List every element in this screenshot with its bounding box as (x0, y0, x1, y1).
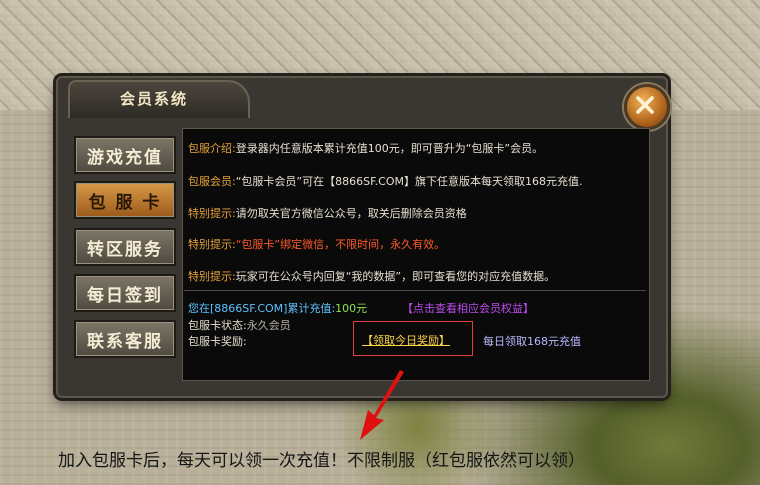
recharge-line: 您在[8866SF.COM]累计充值:100元 (188, 300, 367, 316)
tip1-text: 请勿取关官方微信公众号，取关后删除会员资格 (235, 207, 467, 220)
card-status-value: 永久会员 (246, 319, 291, 332)
sidebar-item-contact-support[interactable]: 联系客服 (74, 320, 176, 358)
reward-label: 包服卡奖励: (188, 335, 247, 348)
intro-line: 包服介绍:登录器内任意版本累计充值100元，即可晋升为“包服卡”会员。 (188, 140, 543, 156)
intro-text: 登录器内任意版本累计充值100元，即可晋升为“包服卡”会员。 (235, 142, 544, 155)
tip3-text: 玩家可在公众号内回复“我的数据”，即可查看您的对应充值数据。 (235, 270, 556, 283)
member-line: 包服会员:“包服卡会员”可在【8866SF.COM】旗下任意版本每天领取168元… (188, 173, 582, 189)
claim-reward-button[interactable]: 【领取今日奖励】 (362, 332, 450, 348)
divider (184, 290, 646, 291)
tip-line-1: 特别提示:请勿取关官方微信公众号，取关后删除会员资格 (188, 205, 467, 221)
tip3-label: 特别提示: (188, 270, 236, 283)
intro-label: 包服介绍: (188, 142, 236, 155)
claim-note: 每日领取168元充值 (483, 335, 581, 348)
card-status-label: 包服卡状态: (188, 319, 247, 332)
sidebar-item-transfer-service[interactable]: 转区服务 (74, 228, 176, 266)
member-text: “包服卡会员”可在【8866SF.COM】旗下任意版本每天领取168元充值. (235, 175, 583, 188)
tip2-text: “包服卡”绑定微信，不限时间，永久有效。 (235, 238, 446, 251)
window-title: 会员系统 (120, 90, 189, 108)
sidebar-item-game-recharge[interactable]: 游戏充值 (74, 136, 176, 174)
sidebar-item-daily-checkin[interactable]: 每日签到 (74, 274, 176, 312)
footer-caption: 加入包服卡后，每天可以领一次充值！不限制服（红包服依然可以领） (58, 451, 585, 471)
sidebar-item-server-card[interactable]: 包 服 卡 (74, 181, 176, 219)
close-button[interactable] (624, 84, 670, 130)
tip2-label: 特别提示: (188, 238, 236, 251)
card-status-line: 包服卡状态:永久会员 (188, 317, 291, 333)
red-arrow-icon (360, 370, 404, 440)
tip-line-3: 特别提示:玩家可在公众号内回复“我的数据”，即可查看您的对应充值数据。 (188, 268, 555, 284)
member-label: 包服会员: (188, 175, 236, 188)
recharge-value: 100元 (335, 302, 368, 315)
tip1-label: 特别提示: (188, 207, 236, 220)
benefits-link[interactable]: 【点击查看相应会员权益】 (402, 300, 534, 316)
recharge-label: 您在[8866SF.COM]累计充值: (188, 302, 336, 315)
close-icon (636, 96, 654, 114)
tip-line-2: 特别提示:“包服卡”绑定微信，不限时间，永久有效。 (188, 236, 445, 252)
